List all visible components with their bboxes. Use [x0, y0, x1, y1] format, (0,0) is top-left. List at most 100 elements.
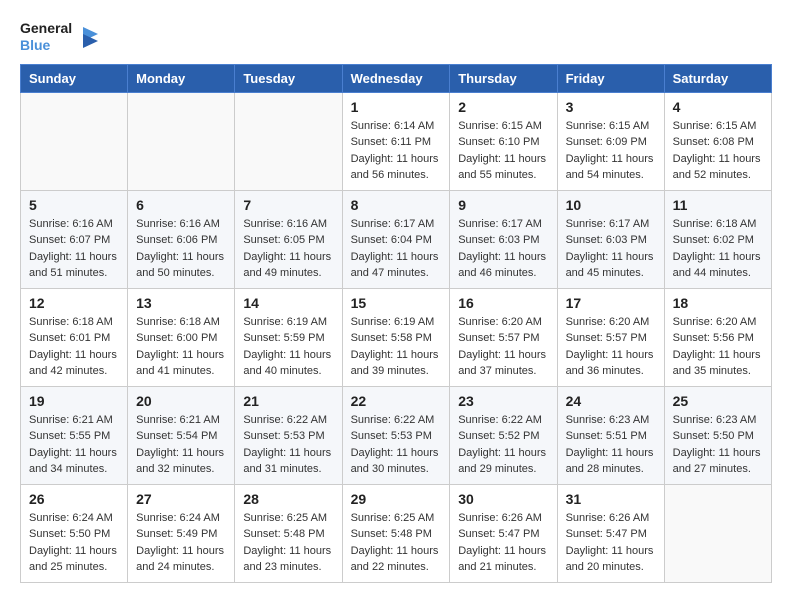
- day-header-saturday: Saturday: [664, 64, 771, 92]
- calendar-cell: 8 Sunrise: 6:17 AM Sunset: 6:04 PM Daylig…: [342, 190, 450, 288]
- day-info: Sunrise: 6:23 AM Sunset: 5:51 PM Dayligh…: [566, 412, 656, 478]
- day-info: Sunrise: 6:18 AM Sunset: 6:01 PM Dayligh…: [29, 314, 119, 380]
- day-info: Sunrise: 6:16 AM Sunset: 6:06 PM Dayligh…: [136, 216, 226, 282]
- day-info: Sunrise: 6:17 AM Sunset: 6:03 PM Dayligh…: [458, 216, 548, 282]
- calendar-cell: 30 Sunrise: 6:26 AM Sunset: 5:47 PM Dayli…: [450, 484, 557, 582]
- day-info: Sunrise: 6:26 AM Sunset: 5:47 PM Dayligh…: [566, 510, 656, 576]
- calendar-cell: 21 Sunrise: 6:22 AM Sunset: 5:53 PM Dayli…: [235, 386, 342, 484]
- day-info: Sunrise: 6:21 AM Sunset: 5:55 PM Dayligh…: [29, 412, 119, 478]
- calendar-cell: 17 Sunrise: 6:20 AM Sunset: 5:57 PM Dayli…: [557, 288, 664, 386]
- day-info: Sunrise: 6:16 AM Sunset: 6:07 PM Dayligh…: [29, 216, 119, 282]
- day-number: 17: [566, 295, 656, 311]
- day-header-sunday: Sunday: [21, 64, 128, 92]
- day-number: 4: [673, 99, 763, 115]
- calendar-cell: 4 Sunrise: 6:15 AM Sunset: 6:08 PM Daylig…: [664, 92, 771, 190]
- calendar-table: SundayMondayTuesdayWednesdayThursdayFrid…: [20, 64, 772, 583]
- calendar-cell: 23Sunrise: 6:22 AM Sunset: 5:52 PM Dayli…: [450, 386, 557, 484]
- day-info: Sunrise: 6:22 AM Sunset: 5:53 PM Dayligh…: [243, 412, 333, 478]
- calendar-week-row: 1 Sunrise: 6:14 AM Sunset: 6:11 PM Daylig…: [21, 92, 772, 190]
- day-number: 26: [29, 491, 119, 507]
- day-info: Sunrise: 6:25 AM Sunset: 5:48 PM Dayligh…: [243, 510, 333, 576]
- calendar-cell: 27Sunrise: 6:24 AM Sunset: 5:49 PM Dayli…: [128, 484, 235, 582]
- day-number: 27: [136, 491, 226, 507]
- calendar-cell: 9 Sunrise: 6:17 AM Sunset: 6:03 PM Daylig…: [450, 190, 557, 288]
- calendar-cell: 24 Sunrise: 6:23 AM Sunset: 5:51 PM Dayli…: [557, 386, 664, 484]
- logo-container: General Blue: [20, 20, 72, 54]
- day-number: 18: [673, 295, 763, 311]
- calendar-cell: [235, 92, 342, 190]
- day-number: 24: [566, 393, 656, 409]
- calendar-cell: 26 Sunrise: 6:24 AM Sunset: 5:50 PM Dayli…: [21, 484, 128, 582]
- day-number: 25: [673, 393, 763, 409]
- calendar-cell: 15 Sunrise: 6:19 AM Sunset: 5:58 PM Dayli…: [342, 288, 450, 386]
- day-info: Sunrise: 6:22 AM Sunset: 5:52 PM Dayligh…: [458, 412, 548, 478]
- calendar-cell: [664, 484, 771, 582]
- logo-text-general: General: [20, 20, 72, 37]
- day-info: Sunrise: 6:22 AM Sunset: 5:53 PM Dayligh…: [351, 412, 442, 478]
- day-number: 3: [566, 99, 656, 115]
- day-header-friday: Friday: [557, 64, 664, 92]
- day-number: 6: [136, 197, 226, 213]
- calendar-cell: 7 Sunrise: 6:16 AM Sunset: 6:05 PM Daylig…: [235, 190, 342, 288]
- calendar-cell: 29Sunrise: 6:25 AM Sunset: 5:48 PM Dayli…: [342, 484, 450, 582]
- day-number: 16: [458, 295, 548, 311]
- day-info: Sunrise: 6:20 AM Sunset: 5:57 PM Dayligh…: [458, 314, 548, 380]
- calendar-cell: [21, 92, 128, 190]
- day-info: Sunrise: 6:14 AM Sunset: 6:11 PM Dayligh…: [351, 118, 442, 184]
- calendar-cell: 12 Sunrise: 6:18 AM Sunset: 6:01 PM Dayli…: [21, 288, 128, 386]
- logo-bird-icon: [78, 22, 98, 52]
- day-number: 21: [243, 393, 333, 409]
- day-number: 9: [458, 197, 548, 213]
- day-header-wednesday: Wednesday: [342, 64, 450, 92]
- day-number: 12: [29, 295, 119, 311]
- logo: General Blue: [20, 20, 98, 54]
- calendar-week-row: 12 Sunrise: 6:18 AM Sunset: 6:01 PM Dayli…: [21, 288, 772, 386]
- calendar-cell: 5 Sunrise: 6:16 AM Sunset: 6:07 PM Daylig…: [21, 190, 128, 288]
- calendar-cell: 20Sunrise: 6:21 AM Sunset: 5:54 PM Dayli…: [128, 386, 235, 484]
- day-info: Sunrise: 6:25 AM Sunset: 5:48 PM Dayligh…: [351, 510, 442, 576]
- day-info: Sunrise: 6:15 AM Sunset: 6:10 PM Dayligh…: [458, 118, 548, 184]
- day-info: Sunrise: 6:26 AM Sunset: 5:47 PM Dayligh…: [458, 510, 548, 576]
- calendar-cell: 1 Sunrise: 6:14 AM Sunset: 6:11 PM Daylig…: [342, 92, 450, 190]
- day-number: 11: [673, 197, 763, 213]
- day-number: 22: [351, 393, 442, 409]
- day-info: Sunrise: 6:20 AM Sunset: 5:56 PM Dayligh…: [673, 314, 763, 380]
- day-header-thursday: Thursday: [450, 64, 557, 92]
- day-info: Sunrise: 6:24 AM Sunset: 5:50 PM Dayligh…: [29, 510, 119, 576]
- day-info: Sunrise: 6:15 AM Sunset: 6:08 PM Dayligh…: [673, 118, 763, 184]
- logo-text-blue: Blue: [20, 37, 72, 54]
- calendar-header-row: SundayMondayTuesdayWednesdayThursdayFrid…: [21, 64, 772, 92]
- calendar-cell: 11 Sunrise: 6:18 AM Sunset: 6:02 PM Dayli…: [664, 190, 771, 288]
- day-info: Sunrise: 6:16 AM Sunset: 6:05 PM Dayligh…: [243, 216, 333, 282]
- calendar-cell: 16 Sunrise: 6:20 AM Sunset: 5:57 PM Dayli…: [450, 288, 557, 386]
- calendar-cell: 22 Sunrise: 6:22 AM Sunset: 5:53 PM Dayli…: [342, 386, 450, 484]
- day-number: 14: [243, 295, 333, 311]
- day-number: 13: [136, 295, 226, 311]
- day-number: 7: [243, 197, 333, 213]
- day-number: 1: [351, 99, 442, 115]
- day-info: Sunrise: 6:18 AM Sunset: 6:00 PM Dayligh…: [136, 314, 226, 380]
- day-number: 8: [351, 197, 442, 213]
- day-number: 5: [29, 197, 119, 213]
- calendar-cell: 25 Sunrise: 6:23 AM Sunset: 5:50 PM Dayli…: [664, 386, 771, 484]
- day-number: 19: [29, 393, 119, 409]
- day-info: Sunrise: 6:19 AM Sunset: 5:59 PM Dayligh…: [243, 314, 333, 380]
- day-info: Sunrise: 6:19 AM Sunset: 5:58 PM Dayligh…: [351, 314, 442, 380]
- day-info: Sunrise: 6:17 AM Sunset: 6:03 PM Dayligh…: [566, 216, 656, 282]
- calendar-cell: [128, 92, 235, 190]
- day-info: Sunrise: 6:18 AM Sunset: 6:02 PM Dayligh…: [673, 216, 763, 282]
- calendar-cell: 19 Sunrise: 6:21 AM Sunset: 5:55 PM Dayli…: [21, 386, 128, 484]
- day-info: Sunrise: 6:23 AM Sunset: 5:50 PM Dayligh…: [673, 412, 763, 478]
- calendar-cell: 10Sunrise: 6:17 AM Sunset: 6:03 PM Dayli…: [557, 190, 664, 288]
- calendar-cell: 28Sunrise: 6:25 AM Sunset: 5:48 PM Dayli…: [235, 484, 342, 582]
- day-header-tuesday: Tuesday: [235, 64, 342, 92]
- page-header: General Blue: [20, 20, 772, 54]
- day-info: Sunrise: 6:17 AM Sunset: 6:04 PM Dayligh…: [351, 216, 442, 282]
- calendar-cell: 31 Sunrise: 6:26 AM Sunset: 5:47 PM Dayli…: [557, 484, 664, 582]
- calendar-cell: 2Sunrise: 6:15 AM Sunset: 6:10 PM Daylig…: [450, 92, 557, 190]
- day-number: 30: [458, 491, 548, 507]
- day-info: Sunrise: 6:20 AM Sunset: 5:57 PM Dayligh…: [566, 314, 656, 380]
- calendar-week-row: 19 Sunrise: 6:21 AM Sunset: 5:55 PM Dayli…: [21, 386, 772, 484]
- day-number: 15: [351, 295, 442, 311]
- day-number: 31: [566, 491, 656, 507]
